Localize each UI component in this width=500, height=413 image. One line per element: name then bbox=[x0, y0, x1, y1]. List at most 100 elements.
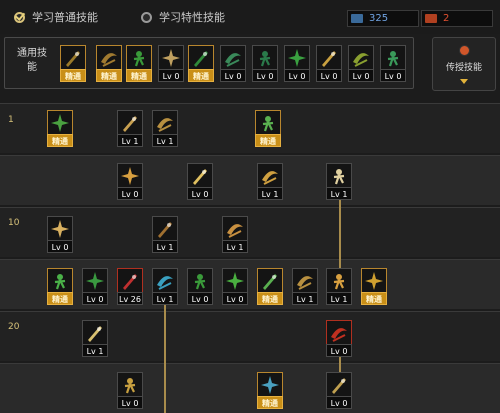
skill-slot[interactable]: Lv 1 bbox=[222, 216, 248, 254]
skill-level-label: Lv 0 bbox=[316, 69, 342, 82]
red-gate-icon bbox=[326, 320, 352, 346]
golden-runner-icon bbox=[361, 268, 387, 294]
sp-icon bbox=[351, 14, 363, 23]
skill-level-label: Lv 0 bbox=[187, 292, 213, 305]
crosshair-icon bbox=[220, 45, 246, 71]
skill-slot[interactable]: Lv 1 bbox=[152, 216, 178, 254]
skill-slot[interactable]: Lv 0 bbox=[187, 268, 213, 306]
skill-slot[interactable]: Lv 1 bbox=[152, 110, 178, 148]
skill-level-label: Lv 26 bbox=[117, 292, 143, 305]
skill-slot[interactable]: Lv 0 bbox=[117, 372, 143, 410]
lightning-blade-icon bbox=[47, 216, 73, 242]
skill-slot[interactable]: Lv 0 bbox=[316, 45, 342, 83]
skill-slot[interactable]: Lv 0 bbox=[220, 45, 246, 83]
target-burst-icon bbox=[188, 45, 214, 71]
running-figure-icon bbox=[126, 45, 152, 71]
normal-skills-label: 学习普通技能 bbox=[32, 11, 98, 24]
spin-slash-icon bbox=[152, 216, 178, 242]
skill-slot[interactable]: Lv 1 bbox=[152, 268, 178, 306]
red-sword-icon bbox=[117, 268, 143, 294]
special-skills-radio[interactable]: 学习特性技能 bbox=[141, 8, 225, 26]
shield-cross-icon bbox=[326, 163, 352, 189]
mastered-badge: 精通 bbox=[257, 396, 283, 409]
skill-slot[interactable]: Lv 0 bbox=[252, 45, 278, 83]
teach-skills-label: 传授技能 bbox=[445, 63, 482, 73]
skill-level-label: Lv 1 bbox=[152, 240, 178, 253]
mastered-badge: 精通 bbox=[60, 69, 86, 82]
skill-slot[interactable]: Lv 0 bbox=[187, 163, 213, 201]
skill-slot[interactable]: 精通 bbox=[47, 110, 73, 148]
skill-slot[interactable]: 精通 bbox=[361, 268, 387, 306]
skill-level-label: Lv 1 bbox=[222, 240, 248, 253]
whirl-icon bbox=[257, 163, 283, 189]
skill-slot[interactable]: Lv 0 bbox=[380, 45, 406, 83]
skill-slot[interactable]: Lv 0 bbox=[117, 163, 143, 201]
mastered-badge: 精通 bbox=[188, 69, 214, 82]
skill-connector bbox=[164, 305, 166, 413]
normal-skills-radio[interactable]: 学习普通技能 bbox=[14, 8, 98, 26]
row-divider bbox=[0, 207, 500, 208]
blue-sword-icon bbox=[152, 268, 178, 294]
mastered-badge: 精通 bbox=[257, 292, 283, 305]
skill-level-label: Lv 1 bbox=[82, 344, 108, 357]
skill-level-label: Lv 0 bbox=[187, 187, 213, 200]
skill-slot[interactable]: Lv 26 bbox=[117, 268, 143, 306]
skill-slot[interactable]: Lv 0 bbox=[348, 45, 374, 83]
skill-connector bbox=[339, 200, 341, 270]
skill-slot[interactable]: Lv 1 bbox=[292, 268, 318, 306]
emblem-icon bbox=[316, 45, 342, 71]
row-divider bbox=[0, 103, 500, 104]
level-label: 20 bbox=[8, 322, 20, 332]
skill-slot[interactable]: Lv 1 bbox=[326, 163, 352, 201]
skill-slot[interactable]: Lv 1 bbox=[326, 268, 352, 306]
sword-arc-icon bbox=[326, 372, 352, 398]
tree-row bbox=[0, 155, 500, 205]
skill-slot[interactable]: Lv 1 bbox=[257, 163, 283, 201]
arc-strike-icon bbox=[152, 110, 178, 136]
skill-slot[interactable]: 精通 bbox=[47, 268, 73, 306]
tree-row bbox=[0, 311, 500, 361]
skill-slot[interactable]: 精通 bbox=[255, 110, 281, 148]
tree-row bbox=[0, 207, 500, 257]
skill-level-label: Lv 0 bbox=[47, 240, 73, 253]
triple-chevron-icon bbox=[187, 163, 213, 189]
skill-slot[interactable]: 精通 bbox=[257, 372, 283, 410]
row-divider bbox=[0, 155, 500, 156]
checked-radio-icon bbox=[14, 11, 25, 23]
skill-slot[interactable]: Lv 0 bbox=[158, 45, 184, 83]
skill-slot[interactable]: Lv 0 bbox=[326, 372, 352, 410]
skill-level-label: Lv 0 bbox=[158, 69, 184, 82]
skill-slot[interactable]: Lv 1 bbox=[117, 110, 143, 148]
teach-skills-button[interactable]: 传授技能 bbox=[432, 37, 496, 91]
skill-slot[interactable]: Lv 0 bbox=[326, 320, 352, 358]
green-wind-icon bbox=[47, 268, 73, 294]
mastered-badge: 精通 bbox=[126, 69, 152, 82]
wings-icon bbox=[158, 45, 184, 71]
burst-figure-icon bbox=[255, 110, 281, 136]
special-skills-label: 学习特性技能 bbox=[159, 11, 225, 24]
green-blade-icon bbox=[187, 268, 213, 294]
skill-level-label: Lv 0 bbox=[117, 187, 143, 200]
generic-skills-label: 通用技能 bbox=[17, 48, 47, 73]
skill-slot[interactable]: 精通 bbox=[188, 45, 214, 83]
skill-slot[interactable]: 精通 bbox=[257, 268, 283, 306]
skill-level-label: Lv 1 bbox=[326, 292, 352, 305]
skill-slot[interactable]: 精通 bbox=[96, 45, 122, 83]
level-label: 10 bbox=[8, 218, 20, 228]
skill-level-label: Lv 0 bbox=[222, 292, 248, 305]
sweep-icon bbox=[82, 320, 108, 346]
skill-slot[interactable]: Lv 0 bbox=[82, 268, 108, 306]
row-divider bbox=[0, 259, 500, 260]
skill-slot[interactable]: Lv 1 bbox=[82, 320, 108, 358]
skill-slot[interactable]: 精通 bbox=[60, 45, 86, 83]
skill-level-label: Lv 1 bbox=[257, 187, 283, 200]
skill-slot[interactable]: Lv 0 bbox=[47, 216, 73, 254]
skill-level-label: Lv 1 bbox=[117, 134, 143, 147]
chain-hand-icon bbox=[348, 45, 374, 71]
skill-level-label: Lv 0 bbox=[82, 292, 108, 305]
skill-slot[interactable]: 精通 bbox=[126, 45, 152, 83]
skill-slot[interactable]: Lv 0 bbox=[222, 268, 248, 306]
skill-slot[interactable]: Lv 0 bbox=[284, 45, 310, 83]
beast-icon bbox=[222, 216, 248, 242]
skill-level-label: Lv 0 bbox=[326, 396, 352, 409]
